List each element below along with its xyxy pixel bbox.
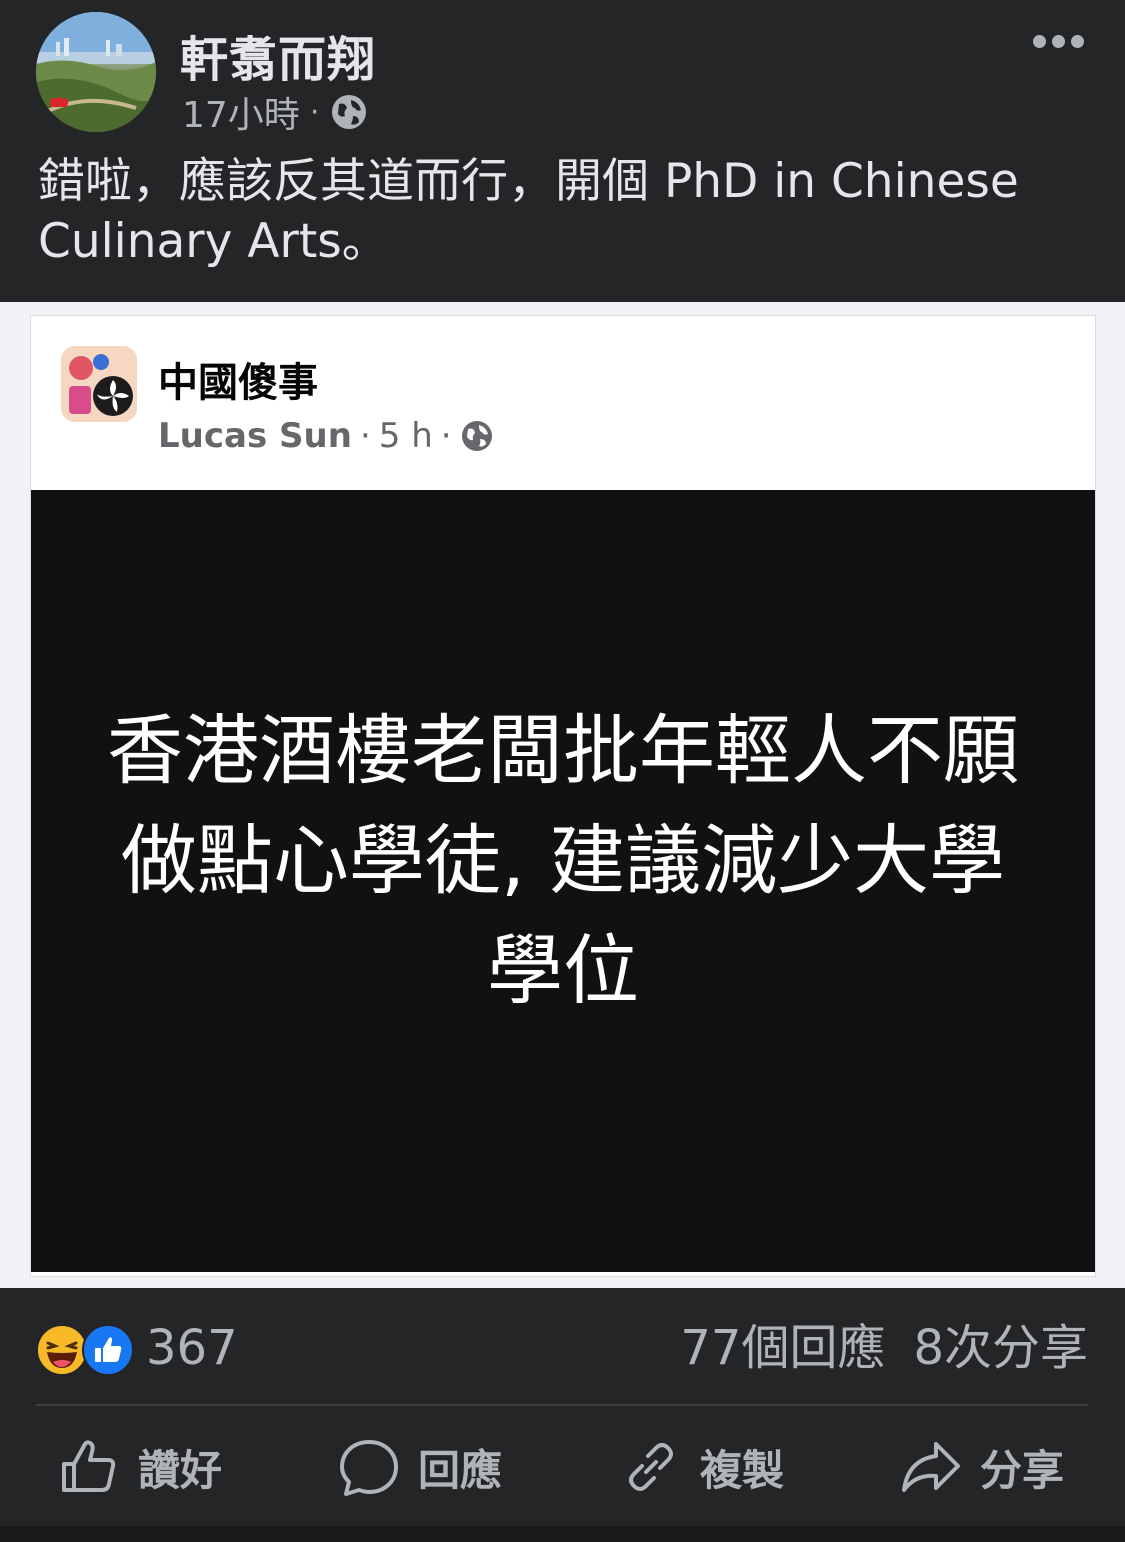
- share-button[interactable]: 分享: [900, 1420, 1064, 1514]
- comment-button[interactable]: 回應: [338, 1420, 502, 1514]
- shared-post-card[interactable]: 中國傻事 Lucas Sun · 5 h · 香港酒樓老闆批年輕人不願做點心學徒…: [0, 302, 1125, 1288]
- shared-post-inner: 中國傻事 Lucas Sun · 5 h · 香港酒樓老闆批年輕人不願做點心學徒…: [30, 315, 1096, 1277]
- meta-separator: ·: [440, 416, 452, 456]
- shared-author[interactable]: Lucas Sun: [158, 416, 352, 456]
- globe-icon: [332, 95, 367, 129]
- page-logo-image: [61, 346, 137, 422]
- shared-post-header: 中國傻事 Lucas Sun · 5 h ·: [31, 316, 1095, 490]
- divider: [36, 1404, 1088, 1406]
- link-icon: [629, 1443, 673, 1491]
- shared-time[interactable]: 5 h: [379, 416, 433, 456]
- comment-count[interactable]: 77個回應: [680, 1318, 885, 1378]
- image-headline: 香港酒樓老闆批年輕人不願做點心學徒, 建議減少大學學位: [107, 706, 1019, 1015]
- comment-label: 回應: [418, 1445, 503, 1495]
- page-name[interactable]: 中國傻事: [158, 350, 318, 408]
- copy-label: 複製: [700, 1445, 785, 1495]
- share-arrow-icon: [902, 1442, 960, 1492]
- shared-post-meta: Lucas Sun · 5 h ·: [158, 416, 494, 456]
- reaction-count[interactable]: 367: [146, 1318, 238, 1378]
- thumbs-up-icon: [62, 1440, 116, 1492]
- meta-separator: ·: [309, 94, 320, 130]
- copy-button[interactable]: 複製: [620, 1420, 784, 1514]
- like-button[interactable]: 讚好: [58, 1420, 222, 1514]
- haha-icon: [36, 1324, 88, 1376]
- comment-bubble-icon: [340, 1440, 398, 1496]
- reactions-bar: 367 77個回應 8次分享: [36, 1318, 1088, 1384]
- share-label: 分享: [980, 1445, 1065, 1495]
- author-avatar[interactable]: [36, 12, 156, 132]
- post-text: 錯啦，應該反其道而行，開個 PhD in Chinese Culinary Ar…: [38, 154, 1019, 269]
- shared-post-image[interactable]: 香港酒樓老闆批年輕人不願做點心學徒, 建議減少大學學位: [31, 490, 1095, 1272]
- reaction-icons[interactable]: [36, 1324, 136, 1378]
- share-count[interactable]: 8次分享: [913, 1318, 1088, 1378]
- more-options-icon[interactable]: [1033, 30, 1085, 52]
- meta-separator: ·: [359, 416, 371, 456]
- engagement-stats: 77個回應 8次分享: [680, 1318, 1088, 1378]
- like-label: 讚好: [138, 1445, 223, 1495]
- page-logo[interactable]: [61, 346, 137, 422]
- globe-icon: [461, 421, 492, 451]
- post-header: 軒翥而翔 17小時 ·: [0, 0, 1125, 140]
- post-meta: 17小時 ·: [182, 86, 369, 138]
- bottom-strip: [0, 1526, 1125, 1542]
- like-icon: [82, 1324, 134, 1376]
- post-time[interactable]: 17小時: [182, 86, 300, 138]
- action-bar: 讚好 回應 複製 分享: [0, 1420, 1125, 1514]
- avatar-landscape-image: [36, 12, 156, 132]
- author-name[interactable]: 軒翥而翔: [180, 20, 376, 90]
